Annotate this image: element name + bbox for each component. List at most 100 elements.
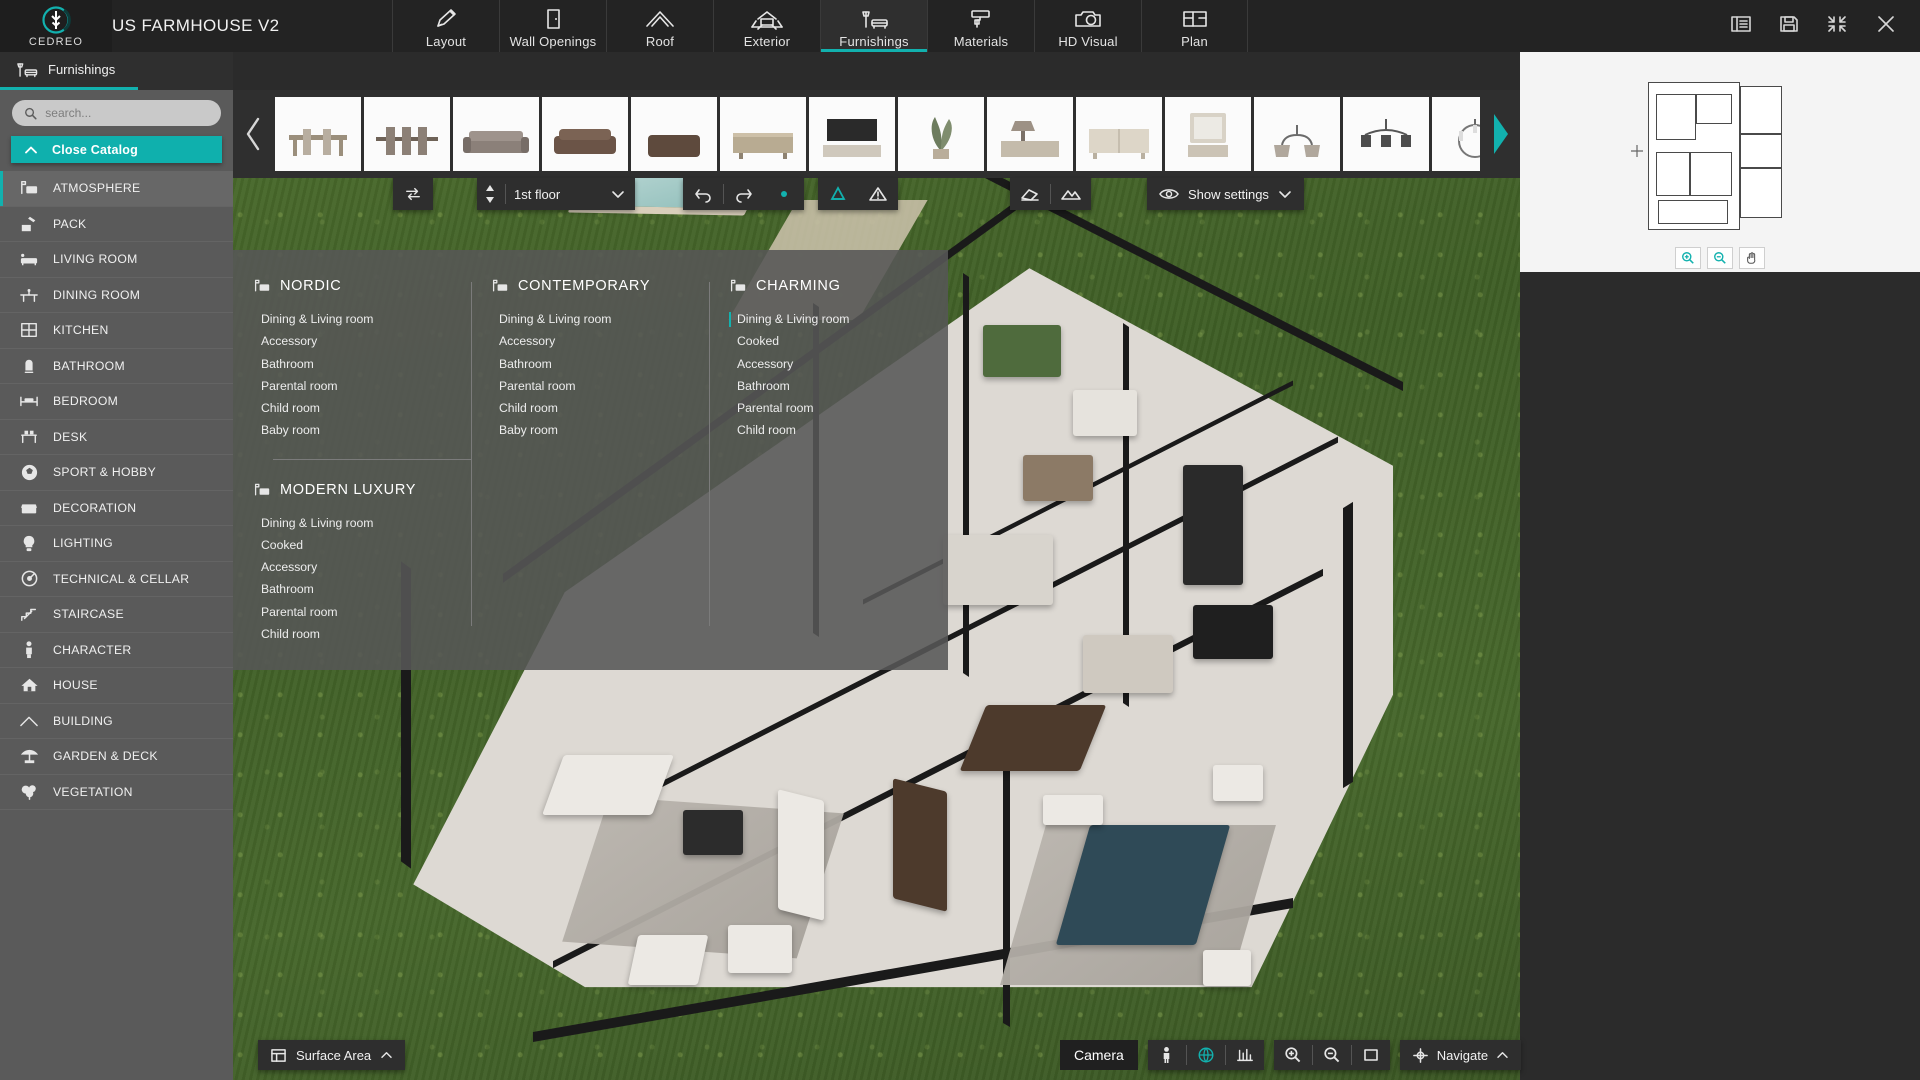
sidebar-item-decoration[interactable]: DECORATION	[0, 491, 233, 526]
pin-button[interactable]	[764, 178, 804, 210]
minimap-zoom-in-button[interactable]	[1675, 247, 1701, 269]
list-panel-icon[interactable]	[1730, 14, 1752, 39]
style-link[interactable]: Cooked	[253, 536, 451, 555]
sidebar-item-bathroom[interactable]: BATHROOM	[0, 349, 233, 384]
search-input[interactable]	[45, 106, 209, 120]
thumbstrip-prev-button[interactable]	[233, 90, 273, 178]
fit-view-button[interactable]	[1352, 1040, 1390, 1070]
two-arm-sconce-thumb[interactable]	[1254, 97, 1340, 171]
brown-ottoman-thumb[interactable]	[631, 97, 717, 171]
mirror-cabinet-thumb[interactable]	[1165, 97, 1251, 171]
minimap-pan-button[interactable]	[1739, 247, 1765, 269]
undo-button[interactable]	[683, 178, 723, 210]
redo-button[interactable]	[724, 178, 764, 210]
thumbstrip-next-button[interactable]	[1480, 90, 1520, 178]
sidebar-item-atmosphere[interactable]: ATMOSPHERE	[0, 171, 233, 207]
terrain-button[interactable]	[1051, 178, 1091, 210]
sidebar-item-house[interactable]: HOUSE	[0, 668, 233, 704]
tab-exterior[interactable]: Exterior	[713, 0, 820, 52]
style-link[interactable]: Bathroom	[253, 355, 451, 374]
style-link-selected[interactable]: Dining & Living room	[729, 310, 927, 329]
sidebar-item-desk[interactable]: DESK	[0, 420, 233, 455]
brown-sofa-thumb[interactable]	[542, 97, 628, 171]
style-link[interactable]: Child room	[729, 421, 927, 440]
measure-button[interactable]	[818, 178, 858, 210]
camera-button[interactable]: Camera	[1060, 1040, 1138, 1070]
sidebar-item-vegetation[interactable]: VEGETATION	[0, 775, 233, 810]
dining-table-chairs-thumb[interactable]	[364, 97, 450, 171]
style-link[interactable]: Cooked	[729, 332, 927, 351]
style-link[interactable]: Dining & Living room	[253, 514, 451, 533]
tab-layout[interactable]: Layout	[392, 0, 499, 52]
sidebar-item-living-room[interactable]: LIVING ROOM	[0, 242, 233, 278]
style-link[interactable]: Baby room	[253, 421, 451, 440]
minimap-floorplan[interactable]	[1520, 52, 1920, 272]
door-icon	[547, 9, 560, 29]
style-link[interactable]: Parental room	[253, 603, 451, 622]
brand-logo[interactable]: CEDREO	[0, 0, 112, 52]
sidebar-item-technical-cellar[interactable]: TECHNICAL & CELLAR	[0, 562, 233, 597]
show-settings-button[interactable]: Show settings	[1147, 178, 1304, 210]
lamp-sideboard-thumb[interactable]	[987, 97, 1073, 171]
sidebar-item-lighting[interactable]: LIGHTING	[0, 526, 233, 562]
sidebar-item-staircase[interactable]: STAIRCASE	[0, 597, 233, 633]
collapse-icon[interactable]	[1826, 14, 1848, 39]
plant-decor-thumb[interactable]	[898, 97, 984, 171]
zoom-out-button[interactable]	[1313, 1040, 1351, 1070]
style-link[interactable]: Bathroom	[491, 355, 689, 374]
sidebar-item-pack[interactable]: PACK	[0, 207, 233, 242]
style-link[interactable]: Accessory	[253, 332, 451, 351]
style-link[interactable]: Bathroom	[253, 580, 451, 599]
grey-sofa-thumb[interactable]	[453, 97, 539, 171]
style-link[interactable]: Child room	[491, 399, 689, 418]
sidebar-item-dining-room[interactable]: DINING ROOM	[0, 278, 233, 313]
style-link[interactable]: Dining & Living room	[491, 310, 689, 329]
tab-wall-openings[interactable]: Wall Openings	[499, 0, 606, 52]
sidebar-item-staircase-label: STAIRCASE	[53, 607, 124, 622]
tab-plan[interactable]: Plan	[1141, 0, 1248, 52]
style-link[interactable]: Parental room	[729, 399, 927, 418]
style-link[interactable]: Accessory	[729, 355, 927, 374]
white-sideboard-thumb[interactable]	[1076, 97, 1162, 171]
person-view-button[interactable]	[1148, 1040, 1186, 1070]
sidebar-item-building[interactable]: BUILDING	[0, 704, 233, 739]
minimap-zoom-out-button[interactable]	[1707, 247, 1733, 269]
style-link[interactable]: Parental room	[253, 377, 451, 396]
sidebar-item-character[interactable]: CHARACTER	[0, 633, 233, 668]
rustic-console-thumb[interactable]	[720, 97, 806, 171]
style-link[interactable]: Accessory	[253, 558, 451, 577]
style-link[interactable]: Child room	[253, 399, 451, 418]
tab-materials[interactable]: Materials	[927, 0, 1034, 52]
style-link[interactable]: Bathroom	[729, 377, 927, 396]
save-icon[interactable]	[1778, 14, 1800, 39]
style-link[interactable]: Parental room	[491, 377, 689, 396]
surface-area-button[interactable]: Surface Area	[258, 1040, 406, 1070]
tab-furnishings[interactable]: Furnishings	[820, 0, 927, 52]
zoom-in-button[interactable]	[1274, 1040, 1312, 1070]
globe-button[interactable]	[1187, 1040, 1225, 1070]
catalog-tab-furnishings[interactable]: Furnishings	[0, 52, 138, 90]
search-box[interactable]	[12, 100, 221, 126]
close-catalog-button[interactable]: Close Catalog	[11, 136, 222, 163]
floor-selector[interactable]: 1st floor	[477, 178, 635, 210]
style-link[interactable]: Accessory	[491, 332, 689, 351]
chandelier-dark-thumb[interactable]	[1343, 97, 1429, 171]
navigate-button[interactable]: Navigate	[1399, 1040, 1522, 1070]
sidebar-item-kitchen[interactable]: KITCHEN	[0, 313, 233, 349]
tab-roof[interactable]: Roof	[606, 0, 713, 52]
style-link[interactable]: Dining & Living room	[253, 310, 451, 329]
sidebar-item-sport-hobby[interactable]: SPORT & HOBBY	[0, 455, 233, 491]
style-link[interactable]: Child room	[253, 625, 451, 644]
warning-button[interactable]	[858, 178, 898, 210]
tv-unit-thumb[interactable]	[809, 97, 895, 171]
style-link[interactable]: Baby room	[491, 421, 689, 440]
chandelier-candle-thumb[interactable]	[1432, 97, 1480, 171]
sidebar-item-garden-deck[interactable]: GARDEN & DECK	[0, 739, 233, 775]
close-icon[interactable]	[1874, 13, 1898, 40]
eraser-button[interactable]	[1010, 178, 1050, 210]
layers-button[interactable]	[1226, 1040, 1264, 1070]
tab-hd-visual[interactable]: HD Visual	[1034, 0, 1141, 52]
swap-button[interactable]	[393, 178, 433, 210]
dining-set-thumb[interactable]	[275, 97, 361, 171]
sidebar-item-bedroom[interactable]: BEDROOM	[0, 384, 233, 420]
